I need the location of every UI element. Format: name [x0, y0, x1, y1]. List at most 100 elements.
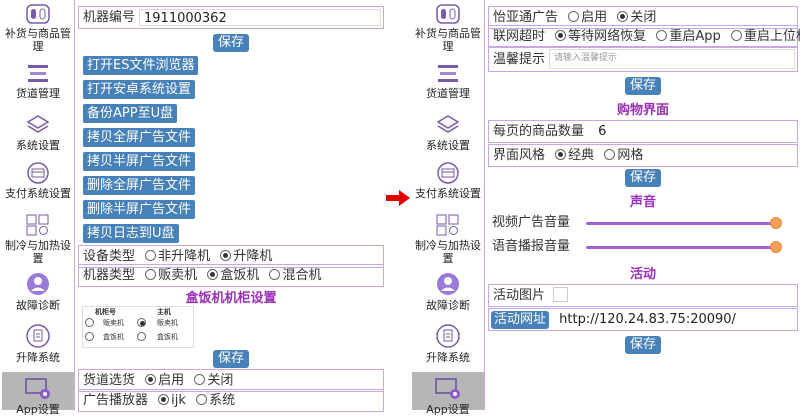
- cabinet-table: 机柜号 主机 贩卖机 贩卖机 盒饭机 盒饭机: [82, 306, 194, 348]
- goods-per-page-label: 每页的商品数量: [493, 124, 585, 139]
- save-row: 保存: [78, 31, 384, 52]
- machine-id-label: 机器编号: [83, 10, 136, 25]
- sidebar-item-payment[interactable]: 支付系统设置: [2, 162, 74, 210]
- cabinet-row-0-host-radio[interactable]: [137, 318, 146, 327]
- network-timeout-row: 联网超时 等待网络恢复 重启App 重启上位机: [488, 25, 800, 48]
- video-volume-label: 视频广告音量: [492, 215, 571, 230]
- machine-type-radio-1[interactable]: [207, 269, 219, 280]
- sidebar-item-app[interactable]: App设置: [412, 372, 484, 416]
- cabinet-row-1-radio[interactable]: [85, 332, 94, 341]
- sidebar-item-replenish[interactable]: 补货与商品管理: [2, 4, 74, 56]
- copy-log-button[interactable]: 拷贝日志到U盘: [83, 224, 179, 243]
- arrow-right-icon: [386, 190, 410, 206]
- goods-per-page-row: 每页的商品数量 6: [488, 120, 798, 143]
- sidebar-item-lane[interactable]: 货道管理: [2, 62, 74, 106]
- open-android-settings-button[interactable]: 打开安卓系统设置: [83, 80, 196, 99]
- activity-title: 活动: [629, 267, 656, 282]
- sliders-icon: [438, 65, 458, 82]
- cabinet-row-0-radio[interactable]: [85, 318, 94, 327]
- activity-url-field[interactable]: http://120.24.83.75:20090/: [559, 312, 736, 327]
- video-volume-slider[interactable]: [586, 222, 776, 225]
- save-shopping-button[interactable]: 保存: [624, 169, 661, 187]
- activity-image-checkbox[interactable]: [553, 287, 569, 302]
- goods-per-page-field[interactable]: 6: [598, 124, 606, 139]
- user-circle-icon: [27, 273, 49, 295]
- sidebar-item-cooling[interactable]: 制冷与加热设置: [2, 214, 74, 266]
- ui-style-option-0: 经典: [568, 148, 595, 163]
- cabinet-row-1-host-radio[interactable]: [137, 332, 146, 341]
- delete-halfscreen-ad-button[interactable]: 删除半屏广告文件: [83, 200, 196, 219]
- machine-type-option-0: 贩卖机: [158, 268, 198, 283]
- sidebar-item-diagnosis[interactable]: 故障诊断: [2, 272, 74, 316]
- network-timeout-radio-0[interactable]: [555, 30, 567, 41]
- yiyatong-radio-1[interactable]: [617, 11, 629, 22]
- network-timeout-radio-2[interactable]: [730, 30, 742, 41]
- sidebar-item-app[interactable]: App设置: [2, 372, 74, 416]
- document-icon: [26, 324, 50, 348]
- sidebar-item-cooling[interactable]: 制冷与加热设置: [412, 214, 484, 266]
- cabinet-table-header-1: 主机: [157, 308, 171, 316]
- cabinet-cell: 贩卖机: [157, 319, 178, 327]
- credit-card-icon: [27, 162, 49, 184]
- activity-image-row: 活动图片: [488, 284, 798, 307]
- network-timeout-option-1: 重启App: [669, 29, 721, 44]
- open-es-explorer-button[interactable]: 打开ES文件浏览器: [83, 56, 199, 75]
- device-type-radio-1[interactable]: [220, 250, 232, 261]
- voice-volume-row: 语音播报音量: [488, 236, 798, 259]
- lane-select-label: 货道选货: [83, 373, 136, 388]
- save-activity-button[interactable]: 保存: [624, 336, 661, 354]
- copy-halfscreen-ad-button[interactable]: 拷贝半屏广告文件: [83, 152, 196, 171]
- yiyatong-option-0: 启用: [581, 10, 608, 25]
- cabinet-cell: 盒饭机: [103, 333, 124, 341]
- table-row: [85, 332, 96, 342]
- sidebar-item-system[interactable]: 系统设置: [412, 114, 484, 158]
- yiyatong-option-1: 关闭: [630, 10, 657, 25]
- right-sidebar: 补货与商品管理 货道管理 系统设置 支付系统设置 制冷与加热设置 故障诊断 升降…: [412, 0, 485, 416]
- cabinet-cell: 盒饭机: [157, 333, 178, 341]
- save-button[interactable]: 保存: [624, 77, 661, 95]
- layers-icon: [26, 115, 50, 133]
- cabinet-settings-title: 盒饭机机柜设置: [185, 291, 277, 306]
- network-timeout-radio-1[interactable]: [656, 30, 668, 41]
- save-cabinet-button[interactable]: 保存: [212, 350, 249, 368]
- backup-app-button[interactable]: 备份APP至U盘: [83, 104, 178, 123]
- sliders-icon: [28, 65, 48, 82]
- sidebar-item-lane[interactable]: 货道管理: [412, 62, 484, 106]
- ad-player-radio-0[interactable]: [158, 394, 170, 405]
- save-button[interactable]: 保存: [212, 34, 249, 52]
- machine-id-field[interactable]: 1911000362: [139, 9, 381, 26]
- tips-label: 温馨提示: [493, 52, 546, 67]
- video-volume-row: 视频广告音量: [488, 212, 798, 235]
- yiyatong-radio-0[interactable]: [568, 11, 580, 22]
- lane-select-radio-1[interactable]: [194, 374, 206, 385]
- tips-input[interactable]: 请输入温馨提示: [549, 49, 795, 69]
- save-row-2: 保存: [78, 347, 384, 368]
- save-row: 保存: [488, 74, 798, 95]
- voice-volume-knob[interactable]: [770, 241, 782, 253]
- device-type-radio-0[interactable]: [145, 250, 157, 261]
- activity-url-label: 活动网址: [491, 311, 550, 329]
- sidebar-item-lift[interactable]: 升降系统: [412, 324, 484, 368]
- sidebar-item-replenish[interactable]: 补货与商品管理: [412, 4, 484, 56]
- machine-type-row: 机器类型 贩卖机 盒饭机 混合机: [78, 264, 384, 287]
- right-settings-panel: 怡亚通广告 启用 关闭 联网超时 等待网络恢复 重启App 重启上位机 温馨提示…: [488, 0, 800, 410]
- voice-volume-slider[interactable]: [586, 246, 776, 249]
- sidebar-item-diagnosis[interactable]: 故障诊断: [412, 272, 484, 316]
- ui-style-radio-0[interactable]: [555, 149, 567, 160]
- save-row-3: 保存: [488, 333, 798, 354]
- delete-fullscreen-ad-button[interactable]: 删除全屏广告文件: [83, 176, 196, 195]
- sidebar-item-payment[interactable]: 支付系统设置: [412, 162, 484, 210]
- copy-fullscreen-ad-button[interactable]: 拷贝全屏广告文件: [83, 128, 196, 147]
- machine-type-radio-2[interactable]: [269, 269, 281, 280]
- sidebar-item-lift[interactable]: 升降系统: [2, 324, 74, 368]
- video-volume-knob[interactable]: [770, 217, 782, 229]
- ui-style-radio-1[interactable]: [604, 149, 616, 160]
- table-row: [85, 318, 96, 328]
- machine-id-row: 机器编号 1911000362: [78, 6, 384, 29]
- ad-player-radio-1[interactable]: [196, 394, 208, 405]
- sidebar-item-system[interactable]: 系统设置: [2, 114, 74, 158]
- layers-icon: [436, 115, 460, 133]
- machine-type-option-2: 混合机: [282, 268, 322, 283]
- machine-type-radio-0[interactable]: [145, 269, 157, 280]
- lane-select-radio-0[interactable]: [145, 374, 157, 385]
